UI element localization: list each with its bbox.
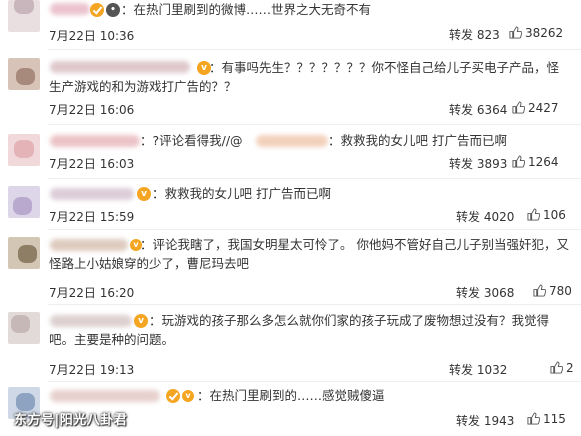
thumb-up-icon (533, 284, 546, 297)
thumb-up-icon (527, 412, 540, 425)
avatar[interactable] (8, 58, 40, 90)
like-button[interactable]: 2427 (512, 101, 559, 115)
avatar[interactable] (8, 237, 40, 269)
username[interactable] (50, 3, 90, 15)
comment-time: 7月22日 15:59 (49, 210, 135, 224)
like-count: 780 (549, 284, 572, 298)
comment-time: 7月22日 16:06 (49, 103, 135, 117)
comment-text: ：有事吗先生？？？？？？？你不怪自己给儿子买电子产品，怪生产游戏的和为游戏打广告… (49, 60, 560, 94)
comment-item: v ：评论我瞎了，我国女明星太可怜了。 你他妈不管好自己儿子别当强奸犯，又怪路上… (0, 233, 581, 303)
comment-item: v ：玩游戏的孩子那么多怎么就你们家的孩子玩成了废物想过没有？我觉得吧。主要是种… (0, 308, 581, 378)
comment-text: ：救救我的女儿吧 打广告而已啊 (152, 186, 331, 201)
forward-button[interactable]: 转发 3893 (449, 155, 507, 172)
like-count: 2427 (528, 101, 559, 115)
thumb-up-icon (512, 101, 525, 114)
avatar[interactable] (8, 186, 40, 218)
like-count: 1264 (528, 155, 559, 169)
comment-text-tail: ：救救我的女儿吧 打广告而已啊 (328, 133, 507, 148)
thumb-up-icon (509, 26, 522, 39)
comment-text: ：玩游戏的孩子那么多怎么就你们家的孩子玩成了废物想过没有？我觉得吧。主要是种的问… (49, 313, 550, 347)
like-button[interactable]: 780 (533, 284, 572, 298)
avatar[interactable] (8, 312, 40, 344)
comment-text: ：评论我瞎了，我国女明星太可怜了。 你他妈不管好自己儿子别当强奸犯，又怪路上小姑… (49, 237, 569, 271)
verified-badge-icon (166, 389, 180, 403)
forward-button[interactable]: 转发 6364 (449, 101, 507, 118)
thumb-up-icon (550, 361, 563, 374)
forward-button[interactable]: 转发 1943 (456, 412, 514, 429)
divider (48, 229, 581, 230)
comment-item: ：?评论看得我//@ ：救救我的女儿吧 打广告而已啊 7月22日 16:03 转… (0, 128, 581, 178)
comment-time: 7月22日 19:13 (49, 363, 135, 377)
username[interactable] (50, 188, 134, 200)
like-count: 38262 (525, 26, 564, 40)
divider (48, 124, 581, 125)
divider (48, 381, 581, 382)
like-button[interactable]: 38262 (509, 26, 563, 40)
forward-button[interactable]: 转发 823 (449, 26, 500, 43)
comment-text: ：在热门里刷到的微博……世界之大无奇不有 (121, 2, 372, 17)
comment-time: 7月22日 10:36 (49, 29, 135, 43)
forward-button[interactable]: 转发 3068 (456, 284, 514, 301)
comment-text: ：?评论看得我//@ (140, 133, 243, 148)
comment-item: v ：救救我的女儿吧 打广告而已啊 7月22日 15:59 转发 4020 10… (0, 182, 581, 230)
mentioned-username[interactable] (256, 135, 328, 147)
comment-item: • ：在热门里刷到的微博……世界之大无奇不有 7月22日 10:36 转发 82… (0, 0, 581, 52)
like-button[interactable]: 2 (550, 361, 574, 375)
comment-item: v ：有事吗先生？？？？？？？你不怪自己给儿子买电子产品，怪生产游戏的和为游戏打… (0, 56, 581, 126)
like-count: 2 (566, 361, 574, 375)
divider (48, 304, 581, 305)
like-button[interactable]: 106 (527, 208, 566, 222)
vip-badge-icon: v (137, 187, 151, 201)
like-count: 115 (543, 412, 566, 426)
panda-icon: • (106, 3, 120, 17)
divider (48, 49, 581, 50)
watermark: 东方号|阳光八卦君 (14, 413, 128, 428)
like-button[interactable]: 1264 (512, 155, 559, 169)
like-count: 106 (543, 208, 566, 222)
comment-text: ：在热门里刷到的……感觉贼傻逼 (197, 388, 385, 403)
avatar[interactable] (8, 0, 40, 32)
comment-time: 7月22日 16:20 (49, 286, 135, 300)
divider (48, 178, 581, 179)
thumb-up-icon (512, 155, 525, 168)
forward-button[interactable]: 转发 4020 (456, 208, 514, 225)
thumb-up-icon (527, 208, 540, 221)
forward-button[interactable]: 转发 1032 (449, 361, 507, 378)
verified-badge-icon (90, 3, 104, 17)
comment-time: 7月22日 16:03 (49, 157, 135, 171)
username[interactable] (50, 135, 140, 147)
like-button[interactable]: 115 (527, 412, 566, 426)
avatar[interactable] (8, 134, 40, 166)
vip-badge-icon: v (182, 390, 194, 402)
username[interactable] (50, 390, 160, 402)
